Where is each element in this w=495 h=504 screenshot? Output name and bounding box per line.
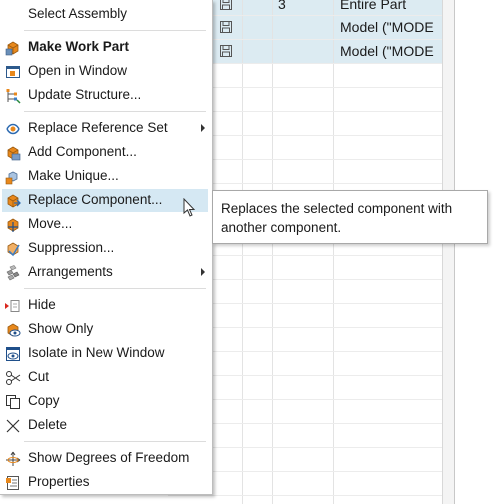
isolate-icon — [6, 347, 20, 361]
menu-separator — [24, 111, 206, 112]
submenu-arrow-icon — [201, 268, 205, 276]
menu-item-update-structure[interactable]: Update Structure... — [2, 84, 208, 107]
menu-item-label: Make Unique... — [28, 168, 119, 183]
menu-item-label: Delete — [28, 417, 68, 432]
mouse-cursor-icon — [183, 198, 196, 217]
menu-item-label: Copy — [28, 393, 60, 408]
menu-item-select-assembly[interactable]: Select Assembly — [2, 3, 208, 26]
menu-item-label: Update Structure... — [28, 87, 142, 102]
menu-item-label: Move... — [28, 216, 73, 231]
save-state-icon — [220, 45, 232, 57]
add-component-icon — [7, 146, 21, 161]
menu-item-show-only[interactable]: Show Only — [2, 318, 208, 341]
menu-item-add-component[interactable]: Add Component... — [2, 141, 208, 164]
menu-item-label: Open in Window — [28, 63, 128, 78]
make-work-part-icon — [5, 41, 19, 56]
show-only-icon — [7, 323, 21, 337]
replace-component-icon — [7, 194, 21, 208]
menu-item-label: Cut — [28, 369, 50, 384]
context-menu: Select Assembly Make Work Part Open in W… — [0, 0, 213, 495]
menu-item-label: Replace Component... — [28, 192, 163, 207]
suppression-icon — [7, 242, 20, 257]
tooltip: Replaces the selected component with ano… — [212, 190, 488, 244]
menu-separator — [24, 30, 206, 31]
menu-item-show-degrees-of-freedom[interactable]: Show Degrees of Freedom — [2, 447, 208, 470]
degrees-of-freedom-icon — [6, 451, 21, 466]
menu-item-label: Arrangements — [28, 264, 113, 279]
right-panel — [454, 0, 495, 504]
menu-item-label: Add Component... — [28, 144, 137, 159]
properties-icon — [6, 476, 19, 490]
menu-item-copy[interactable]: Copy — [2, 390, 208, 413]
tooltip-text: Replaces the selected component with ano… — [221, 201, 453, 235]
menu-item-label: Properties — [28, 474, 90, 489]
menu-item-make-work-part[interactable]: Make Work Part — [2, 36, 208, 59]
menu-item-label: Replace Reference Set — [28, 120, 168, 135]
menu-item-label: Show Only — [28, 321, 94, 336]
window-icon — [6, 66, 20, 78]
menu-item-move[interactable]: Move... — [2, 213, 208, 236]
menu-item-label: Hide — [28, 297, 56, 312]
menu-item-open-in-window[interactable]: Open in Window — [2, 60, 208, 83]
reference-set-icon — [6, 123, 20, 135]
grid-cell-reference-set: Model ("MODE — [340, 19, 434, 35]
menu-item-suppression[interactable]: Suppression... — [2, 237, 208, 260]
update-structure-icon — [6, 89, 21, 104]
menu-separator — [24, 288, 206, 289]
make-unique-icon — [5, 171, 18, 185]
menu-item-label: Make Work Part — [28, 39, 130, 54]
grid-cell-reference-set: Model ("MODE — [340, 43, 434, 59]
delete-x-icon — [6, 419, 20, 433]
menu-item-delete[interactable]: Delete — [2, 414, 208, 437]
scissors-icon — [6, 371, 21, 385]
menu-item-label: Suppression... — [28, 240, 115, 255]
grid-cell-count: 3 — [278, 0, 286, 12]
menu-separator — [24, 441, 206, 442]
menu-item-label: Isolate in New Window — [28, 345, 165, 360]
menu-item-replace-component[interactable]: Replace Component... — [2, 189, 208, 212]
arrangements-icon — [6, 265, 20, 281]
menu-item-cut[interactable]: Cut — [2, 366, 208, 389]
save-state-icon — [220, 0, 232, 10]
submenu-arrow-icon — [201, 124, 205, 132]
save-state-icon — [220, 21, 232, 33]
menu-item-isolate-in-new-window[interactable]: Isolate in New Window — [2, 342, 208, 365]
menu-item-replace-reference-set[interactable]: Replace Reference Set — [2, 117, 208, 140]
copy-icon — [6, 395, 20, 409]
menu-item-hide[interactable]: Hide — [2, 294, 208, 317]
menu-item-make-unique[interactable]: Make Unique... — [2, 165, 208, 188]
menu-item-properties[interactable]: Properties — [2, 471, 208, 494]
menu-item-arrangements[interactable]: Arrangements — [2, 261, 208, 284]
hide-icon — [5, 300, 20, 312]
menu-item-label: Select Assembly — [28, 6, 128, 21]
menu-item-label: Show Degrees of Freedom — [28, 450, 190, 465]
grid-cell-reference-set: Entire Part — [340, 0, 407, 12]
move-icon — [7, 218, 19, 232]
